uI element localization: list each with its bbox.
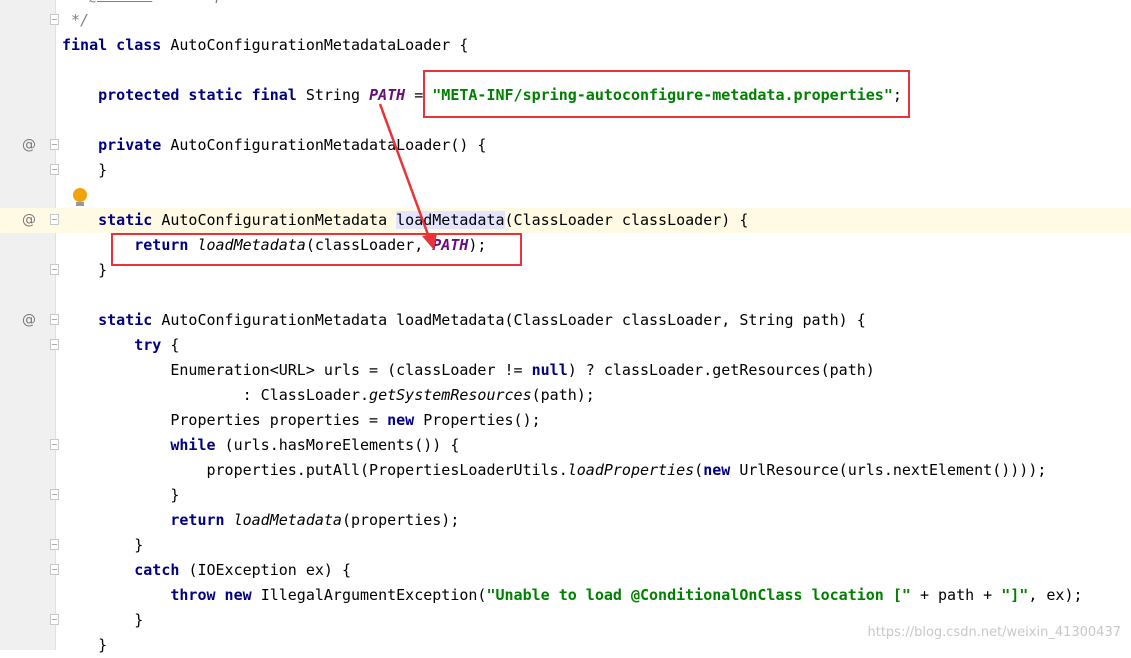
annotation-arrow <box>378 103 437 250</box>
watermark: https://blog.csdn.net/weixin_41300437 <box>867 625 1121 640</box>
